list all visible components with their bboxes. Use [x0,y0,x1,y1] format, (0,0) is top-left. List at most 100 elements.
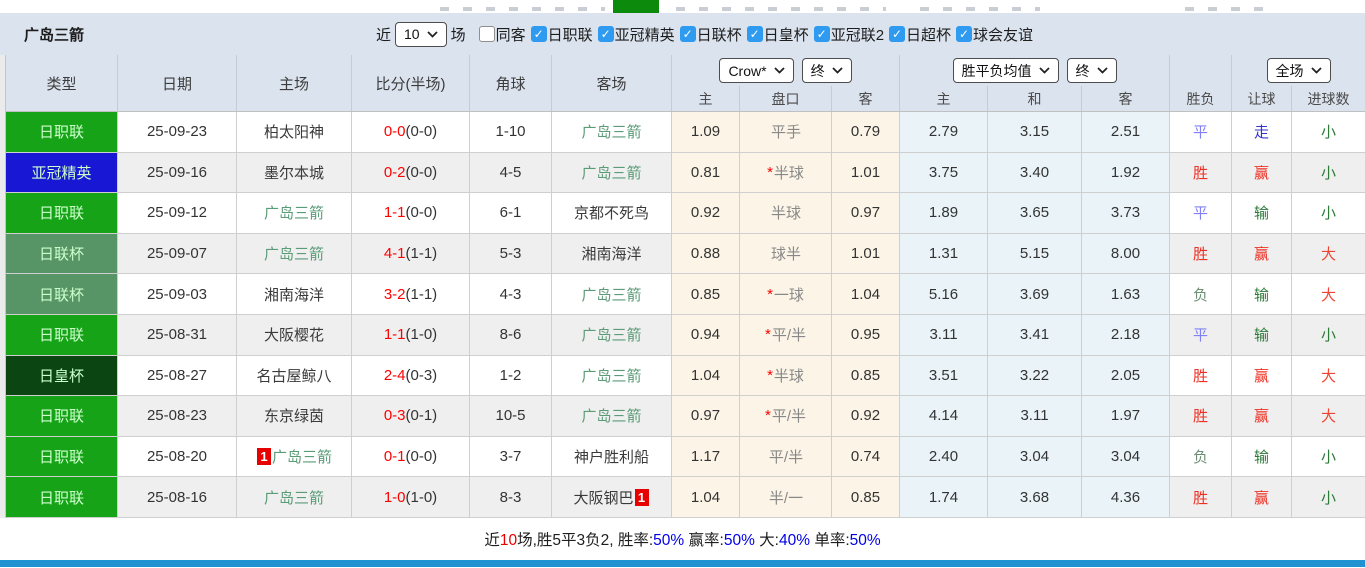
ah-away-odds: 1.01 [832,233,900,274]
match-date: 25-08-16 [118,477,237,517]
eu-draw-odds: 5.15 [988,233,1082,274]
goals-result: 小 [1292,314,1365,355]
eu-away-odds: 2.51 [1082,112,1170,152]
competition-label[interactable]: 球会友谊 [973,24,1033,45]
competition-checkbox[interactable]: ✓ [530,26,547,42]
match-date: 25-08-23 [118,396,237,436]
subheader-eu-home: 主 [900,86,988,111]
table-row: 日职联 25-08-31 大阪樱花 1-1 (1-0) 8-6 广岛三箭 0.9… [6,314,1365,356]
halftime-score: (0-0) [405,123,438,141]
halftime-score: (0-3) [405,366,438,384]
competition-label[interactable]: 日联杯 [697,24,742,45]
handicap-line: 一球 [773,286,804,304]
goals-result: 小 [1292,152,1365,193]
competition-label[interactable]: 日皇杯 [764,24,809,45]
score-cell: 3-2 (1-1) [352,274,470,314]
competition-checkbox[interactable]: ✓ [813,26,830,42]
goals-result: 大 [1292,274,1365,314]
handicap-cell: 半/一 [740,477,832,517]
home-team-cell: 大阪樱花 [237,314,352,355]
handicap-time-select[interactable]: 终 [801,58,852,83]
europe-source-select[interactable]: 胜平负均值 [952,58,1059,83]
competition-checkbox[interactable]: ✓ [746,26,763,42]
handicap-line: 球半 [770,246,801,264]
competition-label[interactable]: 日超杯 [906,24,951,45]
competition-checkbox[interactable]: ✓ [597,26,614,42]
competition-checkbox[interactable]: ✓ [956,26,973,42]
chevron-down-icon [1038,67,1050,74]
halftime-score: (1-0) [405,488,438,506]
subheader-ah-away: 客 [832,86,900,111]
wdl-result: 负 [1170,436,1232,477]
match-date: 25-09-16 [118,152,237,193]
col-header-home: 主场 [237,55,352,111]
page-title: 广岛三箭 [24,27,85,44]
competition-badge: 日职联 [6,314,117,355]
away-team-name: 广岛三箭 [581,286,642,304]
competition-badge: 日联杯 [6,274,117,314]
home-team-cell: 广岛三箭 [237,233,352,274]
competition-label[interactable]: 亚冠精英 [615,24,675,45]
ah-away-odds: 0.85 [832,355,900,396]
active-tab-fragment[interactable] [613,0,659,13]
home-team-cell: 广岛三箭 [237,193,352,233]
table-row: 日联杯 25-09-03 湘南海洋 3-2 (1-1) 4-3 广岛三箭 0.8… [6,274,1365,315]
score-cell: 1-0 (1-0) [352,477,470,517]
competition-label[interactable]: 亚冠联2 [831,24,884,45]
handicap-cell: 半球 [740,193,832,233]
results-group-spacer [1170,55,1232,86]
chevron-down-icon [773,67,785,74]
halftime-score: (1-1) [405,285,438,303]
handicap-result: 走 [1232,112,1292,152]
score-cell: 2-4 (0-3) [352,355,470,396]
competition-cell: 日联杯 [6,233,118,274]
eu-away-odds: 3.04 [1082,436,1170,477]
competition-label[interactable]: 日职联 [548,24,593,45]
eu-away-odds: 1.97 [1082,396,1170,436]
subheader-handicap: 盘口 [740,86,832,111]
competition-badge: 日职联 [6,112,117,152]
eu-home-odds: 3.75 [900,152,988,193]
halftime-score: (0-0) [405,204,438,222]
competition-checkbox[interactable]: ✓ [889,26,906,42]
fulltime-score: 0-0 [383,123,406,141]
col-header-date: 日期 [118,55,237,111]
competition-checkbox[interactable]: ✓ [679,26,696,42]
same-venue-label[interactable]: 同客 [496,24,526,45]
recent-count-select[interactable]: 10 [395,21,447,47]
eu-draw-odds: 3.04 [988,436,1082,477]
score-cell: 0-2 (0-0) [352,152,470,193]
corners-cell: 6-1 [470,193,552,233]
eu-home-odds: 5.16 [900,274,988,314]
halftime-score: (1-1) [405,245,438,263]
scope-select[interactable]: 全场 [1266,58,1331,83]
eu-draw-odds: 3.15 [988,112,1082,152]
top-tab-strip [0,0,1365,13]
eu-away-odds: 8.00 [1082,233,1170,274]
ah-away-odds: 1.01 [832,152,900,193]
goals-result: 小 [1292,193,1365,233]
handicap-result: 赢 [1232,233,1292,274]
handicap-line: 半球 [773,367,804,385]
handicap-cell: 平手 [740,112,832,152]
home-team-cell: 广岛三箭 [237,477,352,517]
eu-draw-odds: 3.22 [988,355,1082,396]
halftime-score: (0-1) [405,407,438,425]
competition-badge: 日职联 [6,396,117,436]
handicap-result: 输 [1232,436,1292,477]
table-header: 类型 日期 主场 比分(半场) 角球 客场 Crow* 终 胜平负均值 终 全场… [6,55,1365,112]
rank-badge: 1 [256,448,271,466]
handicap-line: 平手 [770,124,801,142]
same-venue-checkbox[interactable] [478,26,495,42]
match-date: 25-08-20 [118,436,237,477]
handicap-star: * [767,285,773,303]
col-header-score: 比分(半场) [352,55,470,111]
handicap-star: * [764,326,771,344]
away-team-cell: 京都不死鸟 [552,193,672,233]
europe-time-select[interactable]: 终 [1066,58,1117,83]
competition-cell: 日职联 [6,314,118,355]
handicap-result: 输 [1232,193,1292,233]
odds-company-select[interactable]: Crow* [719,58,794,83]
home-team-name: 东京绿茵 [263,408,324,426]
ah-home-odds: 0.92 [672,193,740,233]
